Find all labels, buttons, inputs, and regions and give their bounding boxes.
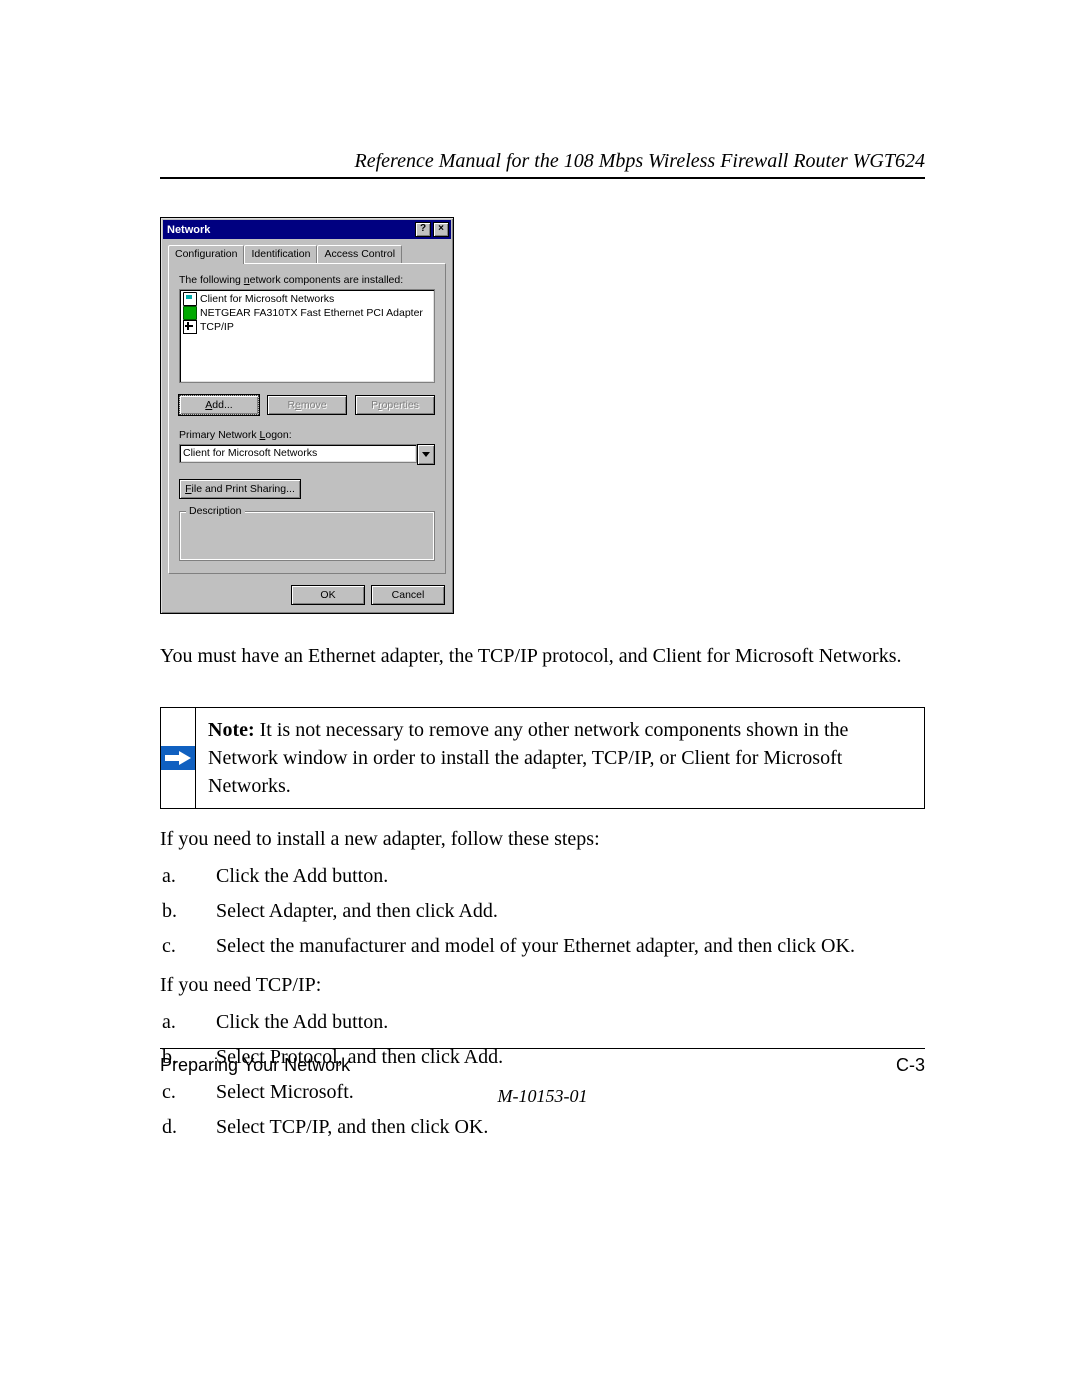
body-paragraph: You must have an Ethernet adapter, the T… <box>160 642 925 671</box>
primary-logon-label: Primary Network Logon: <box>179 429 435 441</box>
list-item: c.Select the manufacturer and model of y… <box>212 932 925 961</box>
list-item: a.Click the Add button. <box>212 1008 925 1037</box>
description-legend: Description <box>186 505 245 517</box>
description-groupbox: Description <box>179 511 435 561</box>
header-rule <box>160 177 925 179</box>
adapter-steps-list: a.Click the Add button. b.Select Adapter… <box>160 862 925 961</box>
protocol-icon <box>183 320 197 334</box>
list-item: b.Select Adapter, and then click Add. <box>212 897 925 926</box>
note-box: Note: It is not necessary to remove any … <box>160 707 925 809</box>
note-body: It is not necessary to remove any other … <box>208 719 848 797</box>
footer-docnum: M-10153-01 <box>160 1086 925 1107</box>
note-icon-cell <box>161 708 196 808</box>
components-listbox[interactable]: Client for Microsoft Networks NETGEAR FA… <box>179 289 435 383</box>
footer-section: Preparing Your Network <box>160 1055 350 1076</box>
list-item[interactable]: TCP/IP <box>182 320 432 334</box>
network-dialog: Network ? × Configuration Identification… <box>160 217 454 614</box>
list-item[interactable]: NETGEAR FA310TX Fast Ethernet PCI Adapte… <box>182 306 432 320</box>
list-item: d.Select TCP/IP, and then click OK. <box>212 1113 925 1142</box>
note-text: Note: It is not necessary to remove any … <box>196 708 924 808</box>
adapter-icon <box>183 306 197 320</box>
footer-page-number: C-3 <box>896 1055 925 1076</box>
properties-button: Properties <box>355 395 435 415</box>
list-item-label: Client for Microsoft Networks <box>200 292 334 306</box>
tab-row: Configuration Identification Access Cont… <box>168 245 446 263</box>
primary-logon-combo[interactable]: Client for Microsoft Networks <box>179 444 435 465</box>
close-button[interactable]: × <box>433 222 449 237</box>
tab-identification[interactable]: Identification <box>244 245 317 263</box>
tab-panel-configuration: The following network components are ins… <box>168 263 446 574</box>
installed-components-label: The following network components are ins… <box>179 274 435 286</box>
footer-rule <box>160 1048 925 1049</box>
dialog-titlebar: Network ? × <box>163 220 451 239</box>
tab-access-control[interactable]: Access Control <box>317 245 402 263</box>
note-label: Note: <box>208 719 260 741</box>
tab-configuration[interactable]: Configuration <box>168 245 244 264</box>
add-button[interactable]: Add... <box>179 395 259 415</box>
manual-header: Reference Manual for the 108 Mbps Wirele… <box>160 150 925 173</box>
dialog-screenshot: Network ? × Configuration Identification… <box>160 217 925 614</box>
client-icon <box>183 292 197 306</box>
body-paragraph: If you need TCP/IP: <box>160 971 925 1000</box>
dialog-title: Network <box>167 224 210 236</box>
body-paragraph: If you need to install a new adapter, fo… <box>160 825 925 854</box>
remove-button: Remove <box>267 395 347 415</box>
cancel-button[interactable]: Cancel <box>371 585 445 605</box>
arrow-right-icon <box>161 746 195 770</box>
list-item: a.Click the Add button. <box>212 862 925 891</box>
help-button[interactable]: ? <box>415 222 431 237</box>
primary-logon-value: Client for Microsoft Networks <box>179 444 417 463</box>
list-item-label: TCP/IP <box>200 320 234 334</box>
list-item[interactable]: Client for Microsoft Networks <box>182 292 432 306</box>
chevron-down-icon[interactable] <box>417 444 435 465</box>
list-item-label: NETGEAR FA310TX Fast Ethernet PCI Adapte… <box>200 306 423 320</box>
file-print-sharing-button[interactable]: File and Print Sharing... <box>179 479 301 499</box>
ok-button[interactable]: OK <box>291 585 365 605</box>
